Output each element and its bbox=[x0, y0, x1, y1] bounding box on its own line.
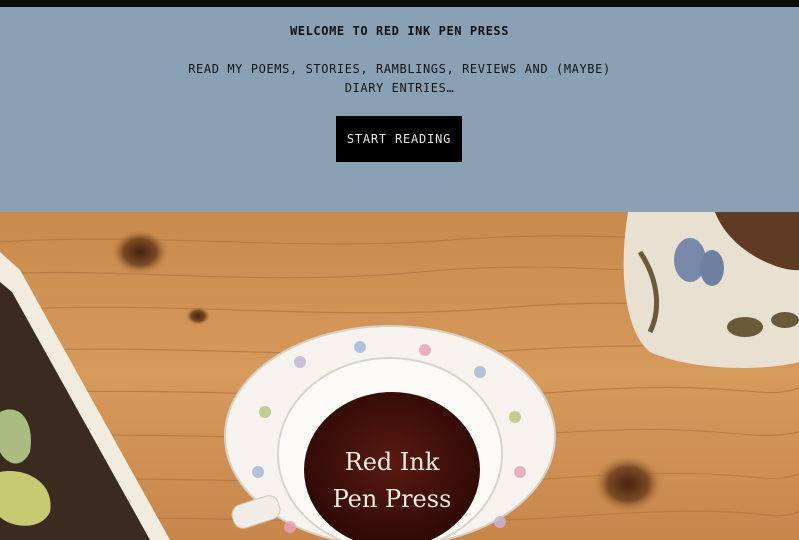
hero-subtitle: READ MY POEMS, STORIES, RAMBLINGS, REVIE… bbox=[188, 62, 611, 95]
logo-line-1: Red Ink bbox=[345, 448, 440, 476]
wood-knot bbox=[594, 456, 662, 512]
start-reading-button[interactable]: START READING bbox=[336, 116, 462, 162]
hero-photo: Red Ink Pen Press bbox=[0, 212, 799, 540]
wood-knot bbox=[186, 307, 210, 325]
top-bar bbox=[0, 0, 799, 7]
hero-banner: WELCOME TO RED INK PEN PRESS READ MY POE… bbox=[0, 7, 799, 212]
logo-line-2: Pen Press bbox=[333, 485, 452, 513]
wood-knot bbox=[112, 230, 168, 274]
hero-title: WELCOME TO RED INK PEN PRESS bbox=[289, 24, 510, 38]
teapot bbox=[623, 212, 799, 368]
